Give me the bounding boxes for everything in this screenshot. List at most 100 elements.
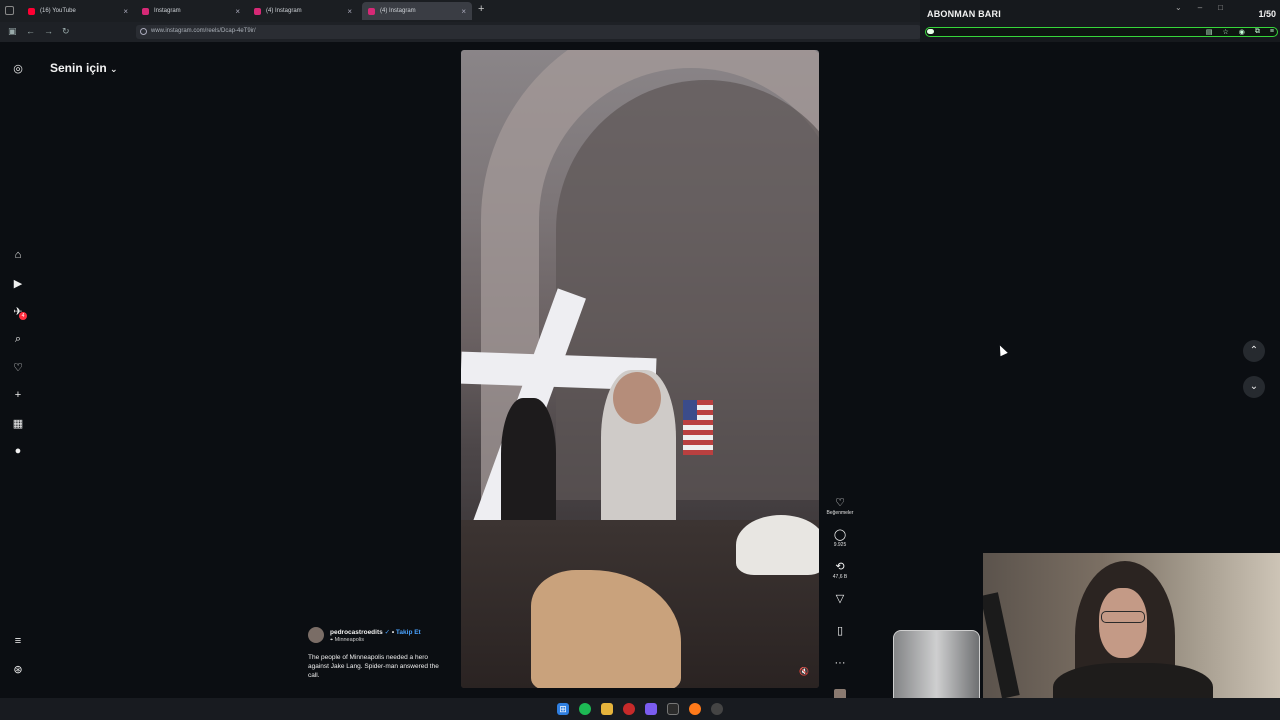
send-icon: ▽ bbox=[835, 593, 845, 605]
dashboard-icon[interactable]: ▦ bbox=[11, 416, 25, 430]
username-link[interactable]: pedrocastroedits bbox=[330, 629, 383, 636]
subscriber-bar-panel: ABONMAN BARI ⌄ – □ 1/50 ▤ ☆ ◉ ⧉ ≡ bbox=[920, 0, 1280, 42]
spotify-icon[interactable] bbox=[579, 703, 591, 715]
like-label: Beğenmeler bbox=[826, 510, 854, 516]
instagram-icon bbox=[142, 7, 149, 15]
star-icon[interactable]: ☆ bbox=[1223, 28, 1229, 36]
terminal-icon[interactable] bbox=[667, 703, 679, 715]
threads-icon[interactable]: ⊛ bbox=[11, 662, 25, 676]
tab-label: (4) Instagram bbox=[380, 8, 416, 14]
follow-button[interactable]: Takip Et bbox=[396, 629, 421, 636]
subscriber-progress-fill bbox=[927, 29, 934, 34]
close-icon[interactable]: × bbox=[235, 7, 240, 16]
webcam-feed bbox=[983, 553, 1280, 698]
tab-youtube[interactable]: (16) YouTube × bbox=[22, 2, 134, 20]
instagram-icon bbox=[254, 7, 261, 15]
caption-header: pedrocastroedits ✓ • Takip Et bbox=[330, 628, 421, 636]
microphone-arm-scene bbox=[983, 592, 1020, 698]
tab-instagram[interactable]: Instagram × bbox=[136, 2, 246, 20]
windows-taskbar: ⊞ bbox=[0, 698, 1280, 720]
white-cap-scene bbox=[736, 515, 819, 575]
maximize-icon[interactable]: □ bbox=[1218, 3, 1223, 12]
extensions-icon[interactable]: ⧉ bbox=[1255, 28, 1260, 36]
location-link[interactable]: ⌖ Minneapolis bbox=[330, 637, 364, 644]
subscriber-count: 1/50 bbox=[1258, 9, 1276, 19]
american-flag-scene bbox=[683, 400, 713, 455]
url-text: www.instagram.com/reels/Dcap-4eT9ir/ bbox=[151, 28, 256, 34]
next-reel-button[interactable]: ⌄ bbox=[1243, 376, 1265, 398]
window-controls: ⌄ – □ bbox=[1175, 3, 1223, 12]
person-scene-2 bbox=[501, 398, 556, 538]
create-plus-icon[interactable]: + bbox=[11, 388, 25, 402]
previous-reel-button[interactable]: ⌃ bbox=[1243, 340, 1265, 362]
youtube-icon bbox=[28, 7, 35, 15]
chevron-down-icon: ⌄ bbox=[1249, 381, 1259, 392]
close-icon[interactable]: × bbox=[461, 7, 466, 16]
repost-button[interactable]: ⟲ 47,6 B bbox=[826, 560, 854, 592]
tab-instagram-active[interactable]: (4) Instagram × bbox=[362, 2, 472, 20]
mouse-cursor-icon bbox=[996, 343, 1008, 357]
like-button[interactable]: ♡ Beğenmeler bbox=[826, 496, 854, 528]
tab-label: (16) YouTube bbox=[40, 8, 76, 14]
sidebar-toggle-icon[interactable]: ▣ bbox=[8, 26, 17, 37]
file-explorer-icon[interactable] bbox=[601, 703, 613, 715]
close-icon[interactable]: × bbox=[123, 7, 128, 16]
instagram-sidebar: ◎ ⌂ ▶ ✈ 4 ⌕ ♡ + ▦ ● ≡ ⊛ bbox=[0, 42, 36, 698]
url-input[interactable]: www.instagram.com/reels/Dcap-4eT9ir/ bbox=[136, 25, 921, 39]
close-icon[interactable]: × bbox=[347, 7, 352, 16]
minimize-icon[interactable]: – bbox=[1198, 3, 1202, 12]
share-button[interactable]: ▽ bbox=[826, 592, 854, 624]
location-label: Minneapolis bbox=[334, 637, 364, 643]
streamer-body-scene bbox=[1053, 663, 1213, 698]
reload-icon[interactable]: ↻ bbox=[62, 26, 70, 37]
tab-label: (4) Instagram bbox=[266, 8, 302, 14]
save-button[interactable]: ▯ bbox=[826, 624, 854, 656]
person-head-scene bbox=[613, 372, 661, 424]
profile-avatar-icon[interactable]: ● bbox=[11, 444, 25, 458]
heart-icon: ♡ bbox=[835, 497, 845, 509]
repost-icon: ⟲ bbox=[835, 561, 845, 573]
messages-badge: 4 bbox=[19, 312, 27, 320]
notifications-heart-icon[interactable]: ♡ bbox=[11, 360, 25, 374]
mute-icon[interactable]: 🔇 bbox=[799, 667, 809, 676]
feed-selector[interactable]: Senin için ⌄ bbox=[50, 61, 118, 75]
comment-icon: ◯ bbox=[833, 529, 847, 541]
more-options-button[interactable]: ··· bbox=[826, 656, 854, 688]
verified-icon: ✓ bbox=[384, 629, 391, 636]
site-info-icon[interactable] bbox=[140, 28, 147, 35]
new-tab-button[interactable]: + bbox=[478, 3, 484, 15]
menu-icon[interactable]: ≡ bbox=[1270, 28, 1274, 36]
window-menu-icon[interactable] bbox=[5, 6, 14, 15]
search-icon[interactable]: ⌕ bbox=[11, 332, 25, 346]
forward-icon[interactable]: → bbox=[44, 26, 53, 36]
streamer-face-scene bbox=[1099, 588, 1147, 658]
chevron-up-icon: ⌃ bbox=[1249, 345, 1259, 356]
instagram-logo-icon[interactable]: ◎ bbox=[11, 61, 25, 75]
more-icon: ··· bbox=[834, 657, 846, 669]
reels-icon[interactable]: ▶ bbox=[11, 276, 25, 290]
comment-count: 9.925 bbox=[833, 542, 847, 548]
glasses-scene bbox=[1101, 611, 1145, 623]
more-menu-icon[interactable]: ≡ bbox=[11, 634, 25, 648]
firefox-icon[interactable] bbox=[689, 703, 701, 715]
obs-icon[interactable] bbox=[711, 703, 723, 715]
chevron-down-icon[interactable]: ⌄ bbox=[1175, 3, 1182, 12]
opera-icon[interactable] bbox=[623, 703, 635, 715]
toolbar-icons: ▤ ☆ ◉ ⧉ ≡ bbox=[1206, 28, 1274, 36]
tab-instagram-2[interactable]: (4) Instagram × bbox=[248, 2, 358, 20]
home-icon[interactable]: ⌂ bbox=[11, 248, 25, 262]
account-icon[interactable]: ◉ bbox=[1239, 28, 1245, 36]
avatar[interactable] bbox=[308, 627, 324, 643]
instagram-icon bbox=[368, 7, 375, 15]
feed-title: Senin için bbox=[50, 61, 107, 75]
caption-text: The people of Minneapolis needed a hero … bbox=[308, 654, 439, 679]
separator-dot: • bbox=[391, 629, 395, 636]
windows-start-icon[interactable]: ⊞ bbox=[557, 703, 569, 715]
address-bar-row: ▣ ← → ↻ www.instagram.com/reels/Dcap-4eT… bbox=[0, 22, 925, 42]
reel-video[interactable]: 🔇 bbox=[461, 50, 819, 688]
back-icon[interactable]: ← bbox=[26, 26, 35, 36]
discord-icon[interactable] bbox=[645, 703, 657, 715]
reel-actions: ♡ Beğenmeler ◯ 9.925 ⟲ 47,6 B ▽ ▯ ··· bbox=[826, 496, 854, 720]
comment-button[interactable]: ◯ 9.925 bbox=[826, 528, 854, 560]
reader-icon[interactable]: ▤ bbox=[1206, 28, 1213, 36]
